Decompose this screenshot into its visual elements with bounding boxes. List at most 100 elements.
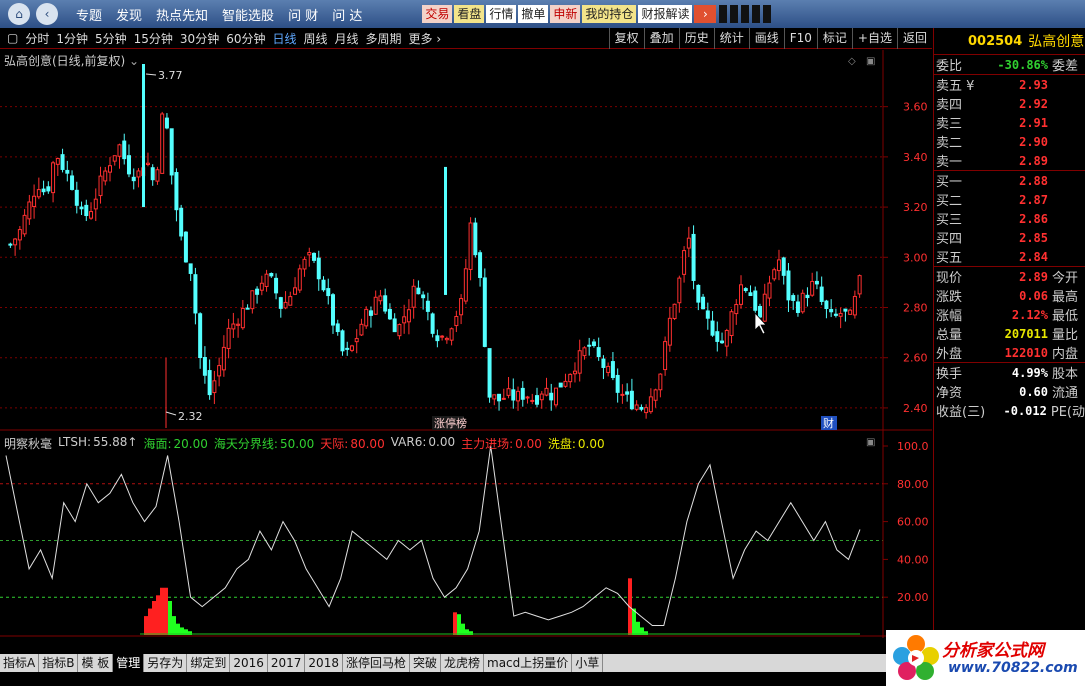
- tool-f10[interactable]: F10: [783, 28, 817, 49]
- tool-history[interactable]: 历史: [678, 28, 714, 49]
- candle-body: [354, 338, 359, 343]
- candle-body: [411, 285, 416, 308]
- candle-body: [544, 387, 549, 396]
- menu-special[interactable]: 专题: [76, 5, 102, 24]
- period-daily[interactable]: 日线: [272, 30, 296, 47]
- finance-tag[interactable]: 财: [823, 416, 834, 430]
- menu-wenda[interactable]: 问 达: [332, 5, 362, 24]
- period-1min[interactable]: 1分钟: [56, 30, 88, 47]
- tool-back[interactable]: 返回: [896, 28, 932, 49]
- indicator-line-label: 海面: 20.00: [143, 435, 207, 452]
- period-30min[interactable]: 30分钟: [180, 30, 219, 47]
- indicator-values: LTSH: 55.88↑ 海面: 20.00 海天分界线: 50.00 天际: 80.00 VA…: [58, 435, 605, 452]
- indicator-tick-label: 80.00: [897, 478, 929, 491]
- tab-10[interactable]: 涨停回马枪: [343, 654, 410, 672]
- period-more[interactable]: 更多 ›: [409, 30, 442, 47]
- tool-add-watchlist[interactable]: +自选: [851, 28, 897, 49]
- candle-body: [340, 330, 345, 352]
- candle-body: [748, 292, 753, 297]
- period-15min[interactable]: 15分钟: [134, 30, 173, 47]
- period-intraday[interactable]: 分时: [25, 30, 49, 47]
- fund-label: 净资: [936, 386, 963, 401]
- tab-12[interactable]: 龙虎榜: [441, 654, 485, 672]
- tab-3[interactable]: 模 板: [78, 654, 114, 672]
- indicator-line-name: 天际:: [320, 437, 349, 451]
- tab-14[interactable]: 小草: [572, 654, 604, 672]
- report-button[interactable]: 财报解读: [638, 5, 693, 23]
- kline-chart-area[interactable]: 2.40 2.60 2.80 3.00 3.20 3.40 3.60 20.00 40.00 6…: [0, 50, 932, 653]
- candle-body: [468, 222, 473, 270]
- tab-1[interactable]: 指标A: [0, 654, 40, 672]
- candle-body: [297, 268, 302, 291]
- limitup-tag[interactable]: 涨停榜: [434, 416, 467, 430]
- buy-level-label: 买一: [936, 175, 963, 190]
- candle-body: [293, 287, 298, 295]
- more-arrow-icon[interactable]: ›: [694, 5, 717, 23]
- kline-chart-svg[interactable]: 2.40 2.60 2.80 3.00 3.20 3.40 3.60 20.00 40.00 6…: [0, 50, 932, 653]
- candle-body: [112, 155, 117, 162]
- indicator-name[interactable]: 明察秋毫: [4, 435, 52, 452]
- candle-body: [226, 327, 231, 349]
- candle-body: [511, 389, 516, 401]
- tab-2[interactable]: 指标B: [39, 654, 79, 672]
- buy-price: 2.86: [1019, 211, 1048, 226]
- high-price-label: 3.77: [158, 69, 183, 82]
- tab-13[interactable]: macd上拐量价: [484, 654, 573, 672]
- trade-button[interactable]: 交易: [422, 5, 453, 23]
- main-chart-title: 弘高创意(日线,前复权) ⌄: [4, 52, 139, 69]
- indicator-line-name: 洗盘:: [547, 437, 576, 451]
- candle-body: [506, 388, 511, 396]
- watch-button[interactable]: 看盘: [454, 5, 485, 23]
- my-position-button[interactable]: 我的持仓: [582, 5, 637, 23]
- tool-overlay[interactable]: 叠加: [643, 28, 679, 49]
- menu-smart-select[interactable]: 智能选股: [222, 5, 274, 24]
- window-icon[interactable]: ▣: [866, 56, 875, 67]
- candle-body: [454, 315, 459, 327]
- back-icon[interactable]: ‹: [36, 3, 58, 25]
- tab-11[interactable]: 突破: [410, 654, 441, 672]
- cancel-order-button[interactable]: 撤单: [518, 5, 549, 23]
- candle-body: [620, 393, 625, 396]
- period-weekly[interactable]: 周线: [304, 30, 328, 47]
- candle-body: [553, 387, 558, 406]
- tab-4[interactable]: 管理: [113, 654, 145, 672]
- candle-body: [383, 295, 388, 312]
- menu-hotspot[interactable]: 热点先知: [156, 5, 208, 24]
- candle-body: [32, 195, 37, 207]
- tab-6[interactable]: 绑定到: [187, 654, 231, 672]
- toolbar-grip: [752, 5, 761, 23]
- indicator-line-label: 海天分界线: 50.00: [214, 435, 314, 452]
- collapse-icon[interactable]: ▢: [7, 31, 18, 45]
- candle-body: [136, 170, 141, 178]
- period-monthly[interactable]: 月线: [335, 30, 359, 47]
- window-icon[interactable]: ▣: [866, 437, 875, 448]
- quote-row: 涨跌 0.06 最高: [934, 286, 1085, 306]
- menu-wencai[interactable]: 问 财: [288, 5, 318, 24]
- candle-body: [568, 373, 573, 383]
- tool-draw-line[interactable]: 画线: [748, 28, 784, 49]
- period-5min[interactable]: 5分钟: [95, 30, 127, 47]
- menu-discover[interactable]: 发现: [116, 5, 142, 24]
- tool-statistics[interactable]: 统计: [713, 28, 749, 49]
- indicator-line-value: 80.00: [350, 437, 385, 451]
- quote-button[interactable]: 行情: [486, 5, 517, 23]
- quote-row: 涨幅 2.12% 最低: [934, 305, 1085, 325]
- tab-5[interactable]: 另存为: [144, 654, 188, 672]
- candle-body: [89, 211, 94, 219]
- tool-restore-rights[interactable]: 复权: [608, 28, 644, 49]
- home-icon[interactable]: ⌂: [8, 3, 30, 25]
- tab-8[interactable]: 2017: [268, 654, 306, 672]
- candle-body: [364, 308, 369, 327]
- quote-label: 现价: [936, 271, 963, 286]
- candle-body: [572, 370, 577, 375]
- chevron-down-icon[interactable]: ⌄: [129, 54, 139, 68]
- diamond-icon[interactable]: ◇: [848, 56, 856, 67]
- chart-tools: 复权 叠加 历史 统计 画线 F10 标记 +自选 返回: [608, 28, 932, 49]
- tab-7[interactable]: 2016: [230, 654, 268, 672]
- period-multi[interactable]: 多周期: [366, 30, 402, 47]
- tool-mark[interactable]: 标记: [816, 28, 852, 49]
- period-60min[interactable]: 60分钟: [226, 30, 265, 47]
- tab-9[interactable]: 2018: [305, 654, 343, 672]
- candle-body: [321, 279, 326, 291]
- ipo-button[interactable]: 申新: [550, 5, 581, 23]
